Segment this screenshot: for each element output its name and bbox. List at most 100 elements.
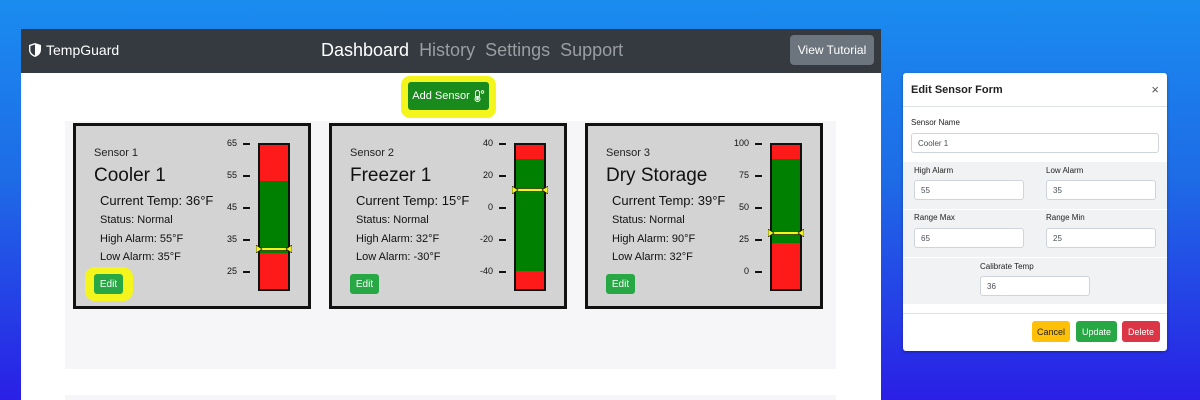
gauge-tick-mark [243,239,250,241]
gauge-normal-zone [516,159,544,271]
delete-button[interactable]: Delete [1122,321,1160,342]
update-button[interactable]: Update [1076,321,1117,342]
gauge-tick-mark [243,175,250,177]
gauge-tick-label: 75 [738,170,749,180]
sensor-card: Sensor 1 Cooler 1 Current Temp: 36°F Status… [73,123,311,309]
temperature-gauge [258,143,290,291]
sensor-name: Dry Storage [606,165,708,186]
navbar: TempGuard Dashboard History Settings Sup… [21,29,881,73]
temp-marker-icon [768,228,804,237]
thermometer-icon [474,90,484,102]
nav-dashboard[interactable]: Dashboard [321,40,409,61]
modal-header: Edit Sensor Form × [903,73,1167,107]
gauge-tick-label: 35 [226,234,237,244]
sensor-name: Cooler 1 [94,165,166,186]
modal-footer [903,313,1167,314]
gauge-tick-label: 0 [743,266,749,276]
sensor-name: Freezer 1 [350,165,432,186]
gauge-tick-mark [499,175,506,177]
gauge-high-zone [772,145,800,160]
sensor-card: Sensor 3 Dry Storage Current Temp: 39°F Sta… [585,123,823,309]
current-temp: Current Temp: 36°F [100,193,214,208]
temp-marker-icon [256,245,292,254]
gauge-low-zone [516,271,544,289]
add-sensor-label: Add Sensor [412,90,470,102]
add-sensor-button[interactable]: Add Sensor [408,82,489,110]
sensor-status: Status: Normal [612,214,685,226]
range-min-input[interactable] [1046,228,1156,248]
edit-button[interactable]: Edit [94,274,123,294]
low-alarm-label: Low Alarm [1046,166,1084,175]
view-tutorial-button[interactable]: View Tutorial [790,35,874,65]
close-icon[interactable]: × [1151,82,1159,97]
gauge-tick-mark [755,143,762,145]
gauge-tick-label: 25 [226,266,237,276]
gauge-tick-mark [243,271,250,273]
gauge-tick-label: 40 [482,138,493,148]
sensor-status: Status: Normal [100,214,173,226]
shield-icon [29,43,41,57]
gauge-tick-label: 25 [738,234,749,244]
calibrate-label: Calibrate Temp [980,262,1034,271]
add-sensor-highlight: Add Sensor [401,76,496,118]
high-alarm-input[interactable] [914,180,1024,200]
gauge-tick-label: -20 [479,234,493,244]
range-min-label: Range Min [1046,213,1085,222]
sensor-name-label: Sensor Name [911,118,960,127]
gauge-low-zone [260,253,288,289]
modal-title: Edit Sensor Form [911,84,1003,96]
cancel-button[interactable]: Cancel [1032,321,1070,342]
current-temp: Current Temp: 15°F [356,193,470,208]
low-alarm-text: Low Alarm: 32°F [612,251,693,263]
gauge-high-zone [260,145,288,181]
edit-button[interactable]: Edit [350,274,379,294]
nav-settings[interactable]: Settings [485,40,550,61]
low-alarm-input[interactable] [1046,180,1156,200]
temperature-gauge [770,143,802,291]
current-temp: Current Temp: 39°F [612,193,726,208]
gauge-tick-mark [499,143,506,145]
brand[interactable]: TempGuard [29,42,119,58]
edit-button[interactable]: Edit [606,274,635,294]
edit-sensor-modal: Edit Sensor Form × Sensor Name High Alar… [903,73,1167,351]
gauge-tick-label: 65 [226,138,237,148]
gauge-tick-mark [243,143,250,145]
sensor-index: Sensor 2 [350,147,395,159]
nav-history[interactable]: History [419,40,475,61]
gauge-low-zone [772,242,800,289]
sensor-status: Status: Normal [356,214,429,226]
gauge-tick-label: 45 [226,202,237,212]
temperature-gauge [514,143,546,291]
sensor-index: Sensor 1 [94,147,139,159]
range-max-input[interactable] [914,228,1024,248]
high-alarm-text: High Alarm: 55°F [100,233,184,245]
gauge-high-zone [516,145,544,160]
high-alarm-text: High Alarm: 32°F [356,233,440,245]
gauge-tick-mark [755,175,762,177]
high-alarm-text: High Alarm: 90°F [612,233,696,245]
brand-name: TempGuard [46,42,120,58]
sensor-index: Sensor 3 [606,147,651,159]
sensor-card: Sensor 2 Freezer 1 Current Temp: 15°F Statu… [329,123,567,309]
gauge-tick-label: 55 [226,170,237,180]
gauge-tick-mark [755,239,762,241]
gauge-tick-mark [243,207,250,209]
gauge-tick-mark [499,239,506,241]
secondary-panel [65,395,836,400]
gauge-tick-label: 50 [738,202,749,212]
calibrate-input[interactable] [980,276,1090,296]
sensor-name-input[interactable] [911,133,1159,153]
gauge-tick-mark [499,207,506,209]
nav-support[interactable]: Support [560,40,623,61]
gauge-tick-label: 20 [482,170,493,180]
gauge-tick-mark [755,271,762,273]
gauge-tick-mark [499,271,506,273]
main-nav: Dashboard History Settings Support [321,40,633,61]
gauge-tick-label: 100 [733,138,749,148]
gauge-tick-label: 0 [487,202,493,212]
temp-marker-icon [512,186,548,194]
gauge-normal-zone [260,181,288,253]
range-max-label: Range Max [914,213,955,222]
gauge-tick-label: -40 [479,266,493,276]
high-alarm-label: High Alarm [914,166,954,175]
